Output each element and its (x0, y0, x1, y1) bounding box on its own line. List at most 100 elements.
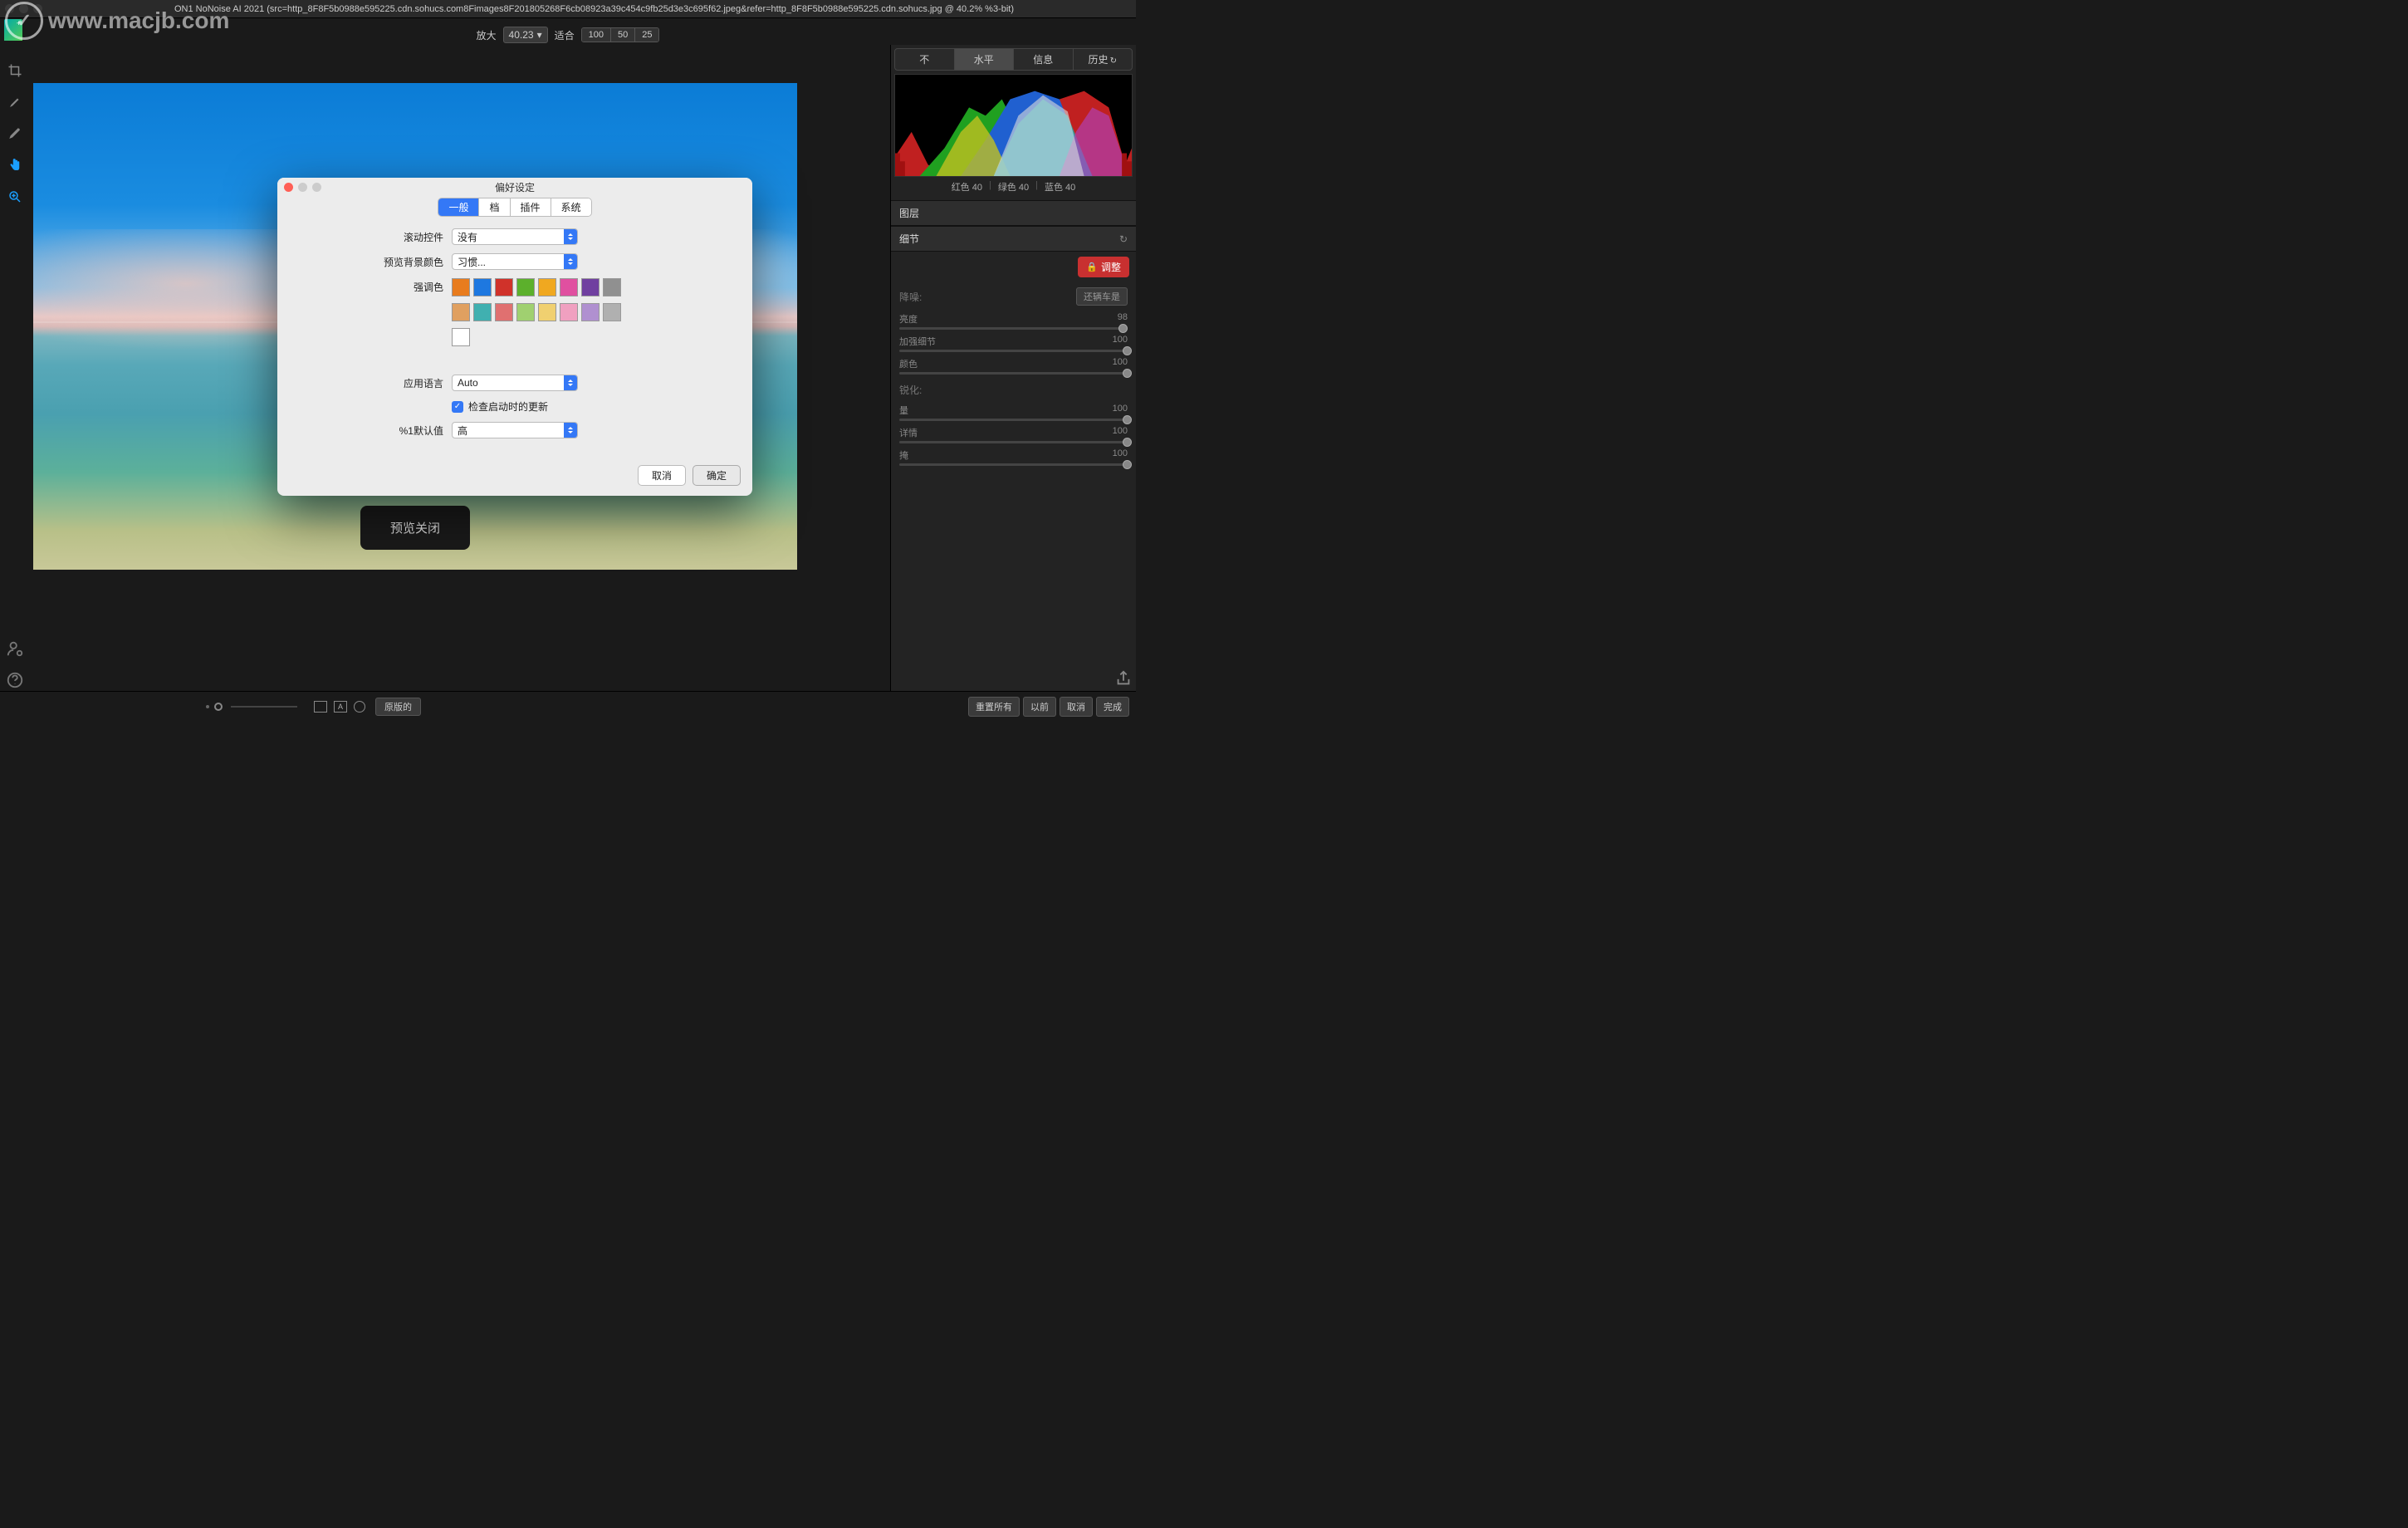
brush-tool-icon[interactable] (6, 93, 24, 111)
adjust-button[interactable]: 🔒 调整 (1078, 257, 1129, 277)
accent-label: 强调色 (294, 278, 452, 294)
accent-swatch-16[interactable] (452, 328, 470, 346)
tab-level[interactable]: 水平 (955, 49, 1015, 70)
tab-info[interactable]: 信息 (1014, 49, 1074, 70)
sharpen-section: 锐化: (891, 378, 1136, 402)
dialog-tab-system[interactable]: 系统 (551, 198, 591, 216)
reset-icon[interactable]: ↻ (1119, 233, 1128, 245)
accent-swatch-6[interactable] (581, 278, 600, 296)
left-toolbar-bottom (0, 639, 30, 689)
close-window[interactable] (5, 4, 14, 13)
tab-history[interactable]: 历史↻ (1074, 49, 1133, 70)
dialog-cancel-button[interactable]: 取消 (638, 465, 686, 486)
zoom-50[interactable]: 50 (611, 28, 635, 42)
noise-slider-0[interactable]: 亮度98 (891, 311, 1136, 333)
hist-blue: 蓝色 40 (1045, 180, 1075, 193)
dialog-tab-general[interactable]: 一般 (438, 198, 479, 216)
accent-swatch-7[interactable] (603, 278, 621, 296)
fit-label: 适合 (555, 28, 575, 42)
accent-swatch-15[interactable] (603, 303, 621, 321)
window-controls (5, 4, 42, 13)
accent-swatch-12[interactable] (538, 303, 556, 321)
help-icon[interactable] (6, 671, 24, 689)
sharpen-label: 锐化: (899, 383, 922, 397)
accent-swatch-1[interactable] (473, 278, 492, 296)
accent-swatch-8[interactable] (452, 303, 470, 321)
zoom-25[interactable]: 25 (635, 28, 658, 42)
detail-panel-header[interactable]: 细节 ↻ (891, 226, 1136, 252)
accent-swatch-5[interactable] (560, 278, 578, 296)
preferences-dialog: 偏好设定 一般 档 插件 系统 滚动控件 没有 预览背景颜色 习惯... 强调色 (277, 178, 752, 496)
chevron-down-icon: ▾ (537, 29, 542, 41)
noise-section: 降噪: 还辆车是 (891, 282, 1136, 311)
dropdown-arrow-icon (564, 229, 577, 244)
nav-slider[interactable] (206, 703, 297, 711)
cancel-button[interactable]: 取消 (1060, 697, 1093, 717)
lang-select[interactable]: Auto (452, 375, 578, 391)
noise-slider-1[interactable]: 加强细节100 (891, 333, 1136, 355)
accent-swatch-2[interactable] (495, 278, 513, 296)
scroll-select[interactable]: 没有 (452, 228, 578, 245)
noise-preset-button[interactable]: 还辆车是 (1076, 287, 1128, 306)
bottom-bar: A 原版的 重置所有 以前 取消 完成 (0, 691, 1136, 721)
histogram[interactable] (894, 74, 1133, 177)
accent-swatch-10[interactable] (495, 303, 513, 321)
default-select[interactable]: 高 (452, 422, 578, 438)
dropdown-arrow-icon (564, 254, 577, 269)
view-single-icon[interactable] (314, 701, 327, 713)
minimize-window[interactable] (19, 4, 28, 13)
bg-color-label: 预览背景颜色 (294, 255, 452, 269)
original-button[interactable]: 原版的 (375, 698, 421, 716)
dialog-tab-files[interactable]: 档 (479, 198, 510, 216)
left-toolbar (0, 58, 30, 206)
checkmark-icon: ✓ (452, 401, 463, 413)
hist-green: 绿色 40 (998, 180, 1029, 193)
done-button[interactable]: 完成 (1096, 697, 1129, 717)
person-settings-icon[interactable] (6, 639, 24, 658)
zoom-value: 40.23 (509, 29, 534, 41)
noise-slider-2[interactable]: 颜色100 (891, 355, 1136, 378)
dropdown-arrow-icon (564, 423, 577, 438)
view-compare-a-icon[interactable]: A (334, 701, 347, 713)
preview-off-overlay: 预览关闭 (360, 506, 470, 550)
accent-swatch-13[interactable] (560, 303, 578, 321)
heal-tool-icon[interactable] (6, 125, 24, 143)
zoom-tool-icon[interactable] (6, 188, 24, 206)
zoom-100[interactable]: 100 (582, 28, 611, 42)
layers-panel-header[interactable]: 图层 (891, 200, 1136, 226)
accent-swatch-11[interactable] (516, 303, 535, 321)
accent-swatch-14[interactable] (581, 303, 600, 321)
zoom-value-dropdown[interactable]: 40.23 ▾ (503, 27, 548, 43)
zoom-label: 放大 (477, 28, 497, 42)
reset-all-button[interactable]: 重置所有 (968, 697, 1020, 717)
dialog-tab-plugins[interactable]: 插件 (511, 198, 551, 216)
maximize-window[interactable] (33, 4, 42, 13)
share-icon[interactable] (1114, 669, 1133, 688)
crop-tool-icon[interactable] (6, 61, 24, 80)
scroll-label: 滚动控件 (294, 230, 452, 244)
check-updates-checkbox[interactable]: ✓ 检查启动时的更新 (452, 399, 548, 414)
dialog-ok-button[interactable]: 确定 (693, 465, 741, 486)
sharpen-slider-2[interactable]: 掩100 (891, 447, 1136, 469)
detail-label: 细节 (899, 232, 919, 246)
bg-color-select[interactable]: 习惯... (452, 253, 578, 270)
title-bar: ON1 NoNoise AI 2021 (src=http_8F8F5b0988… (0, 0, 1136, 18)
sharpen-slider-1[interactable]: 详情100 (891, 424, 1136, 447)
noise-label: 降噪: (899, 290, 922, 304)
check-updates-label: 检查启动时的更新 (468, 399, 548, 414)
hand-tool-icon[interactable] (6, 156, 24, 174)
accent-swatch-3[interactable] (516, 278, 535, 296)
history-icon: ↻ (1110, 56, 1117, 66)
zoom-presets: 100 50 25 (581, 27, 660, 42)
histogram-labels: 红色 40| 绿色 40| 蓝色 40 (891, 177, 1136, 200)
accent-swatch-9[interactable] (473, 303, 492, 321)
before-button[interactable]: 以前 (1023, 697, 1056, 717)
accent-swatch-4[interactable] (538, 278, 556, 296)
sharpen-slider-0[interactable]: 量100 (891, 402, 1136, 424)
lock-icon: 🔒 (1086, 262, 1098, 272)
tab-none[interactable]: 不 (895, 49, 955, 70)
view-compare-circle-icon[interactable] (354, 701, 365, 713)
accent-swatch-0[interactable] (452, 278, 470, 296)
dialog-titlebar[interactable]: 偏好设定 (277, 178, 752, 196)
hist-red: 红色 40 (952, 180, 982, 193)
